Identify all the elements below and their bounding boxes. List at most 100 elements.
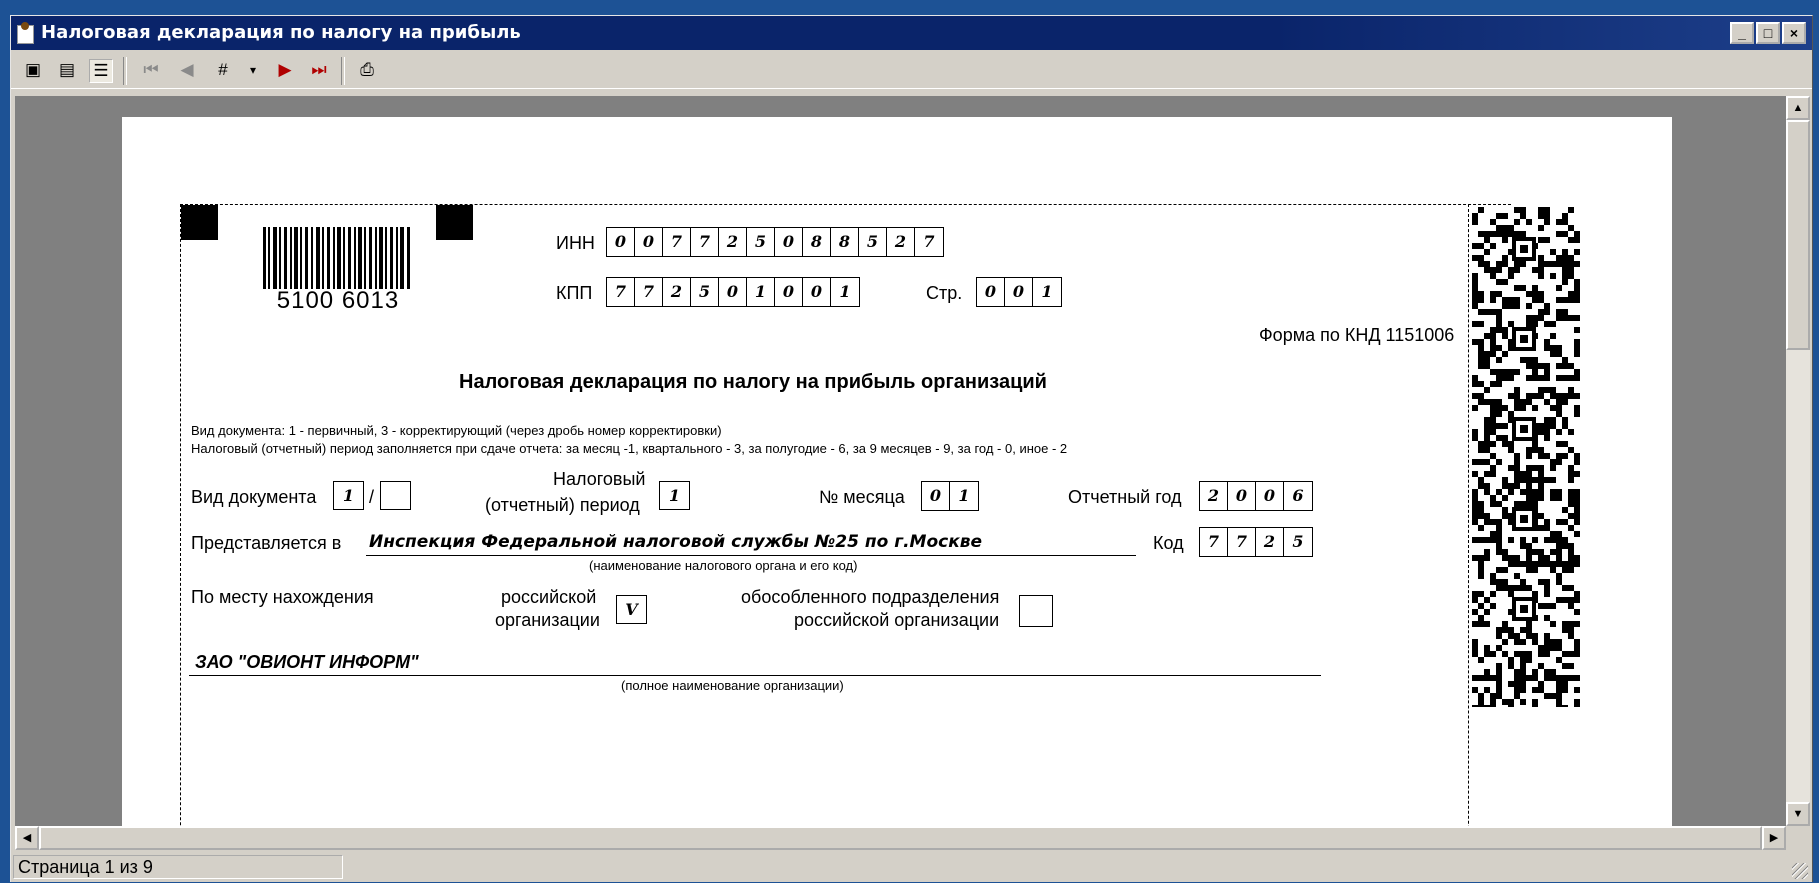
maximize-button[interactable]: □ <box>1756 22 1780 44</box>
authority-code-boxes: 7725 <box>1199 527 1313 557</box>
year-digit: 0 <box>1256 482 1284 510</box>
document-title: Налоговая декларация по налогу на прибыл… <box>459 371 1047 393</box>
inn-digit: 0 <box>775 228 803 256</box>
scroll-left-button[interactable]: ◀ <box>15 826 39 850</box>
authority-code-digit: 7 <box>1228 528 1256 556</box>
inn-digit: 5 <box>859 228 887 256</box>
inn-digit: 7 <box>663 228 691 256</box>
authority-code-digit: 5 <box>1292 532 1304 551</box>
2d-barcode <box>1472 207 1580 707</box>
inn-digit: 7 <box>923 232 935 251</box>
russian-org-label-2: организации <box>495 610 600 630</box>
kpp-digit: 5 <box>691 278 719 306</box>
period-box: 1 <box>659 481 690 510</box>
inn-digit: 5 <box>747 228 775 256</box>
marker-square <box>181 205 218 240</box>
inn-digit: 0 <box>635 228 663 256</box>
kpp-digit: 7 <box>607 278 635 306</box>
close-button[interactable]: × <box>1782 22 1806 44</box>
declaration-form: 5100 6013 ИНН 007725088527 КПП 772501001… <box>180 204 1511 826</box>
inn-boxes: 007725088527 <box>606 227 944 257</box>
app-icon[interactable] <box>17 22 34 44</box>
doc-type-slash: / <box>369 487 375 507</box>
authority-caption: (наименование налогового органа и его ко… <box>589 558 858 573</box>
inn-digit: 0 <box>607 228 635 256</box>
horizontal-scroll-thumb[interactable] <box>39 826 1762 850</box>
prev-page-icon[interactable]: ◀ <box>175 59 199 83</box>
first-page-icon[interactable]: ⏮ <box>139 59 163 83</box>
page-width-icon[interactable]: ▤ <box>55 59 79 83</box>
kpp-digit: 0 <box>775 278 803 306</box>
month-label: № месяца <box>819 487 905 507</box>
tax-authority-name: Инспекция Федеральной налоговой службы №… <box>369 532 983 552</box>
month-digit: 1 <box>958 486 970 505</box>
minimize-button[interactable]: _ <box>1730 22 1754 44</box>
branch-label-1: обособленного подразделения <box>741 587 1000 607</box>
horizontal-scrollbar[interactable]: ◀ ▶ <box>15 826 1786 850</box>
year-digit: 2 <box>1200 482 1228 510</box>
next-page-icon[interactable]: ▶ <box>273 59 297 83</box>
status-bar: Страница 1 из 9 <box>11 853 1812 883</box>
year-boxes: 2006 <box>1199 481 1313 511</box>
inn-digit: 8 <box>803 228 831 256</box>
doc-type-box: 1 <box>333 481 364 510</box>
page-digit: 0 <box>977 278 1005 306</box>
print-icon[interactable]: ⎙ <box>355 59 379 83</box>
russian-org-box: V <box>616 595 647 624</box>
year-label: Отчетный год <box>1068 487 1182 507</box>
dropdown-icon[interactable]: ▾ <box>241 59 265 83</box>
kpp-digit: 0 <box>719 278 747 306</box>
barcode <box>263 227 410 289</box>
doc-correction-box <box>380 481 411 510</box>
scroll-right-button[interactable]: ▶ <box>1762 826 1786 850</box>
kpp-digit: 1 <box>839 282 851 301</box>
month-boxes: 01 <box>921 481 979 511</box>
kpp-digit: 7 <box>635 278 663 306</box>
year-digit: 6 <box>1292 486 1304 505</box>
scroll-up-button[interactable]: ▲ <box>1786 96 1810 120</box>
window-title: Налоговая декларация по налогу на прибыл… <box>41 22 521 43</box>
whole-page-icon[interactable]: ☰ <box>89 59 113 83</box>
toolbar: ▣ ▤ ☰ ⏮ ◀ # ▾ ▶ ⏭ ⎙ <box>11 51 1812 89</box>
goto-page-icon[interactable]: # <box>211 59 235 83</box>
kpp-label: КПП <box>556 283 593 303</box>
authority-code-digit: 7 <box>1200 528 1228 556</box>
resize-grip-icon[interactable] <box>1792 863 1808 879</box>
year-digit: 0 <box>1228 482 1256 510</box>
document-viewport[interactable]: 5100 6013 ИНН 007725088527 КПП 772501001… <box>15 96 1786 826</box>
form-code: Форма по КНД 1151006 <box>1259 325 1455 345</box>
page-digit: 1 <box>1041 282 1053 301</box>
branch-label-2: российской организации <box>794 610 1000 630</box>
vertical-scroll-thumb[interactable] <box>1786 120 1810 350</box>
vertical-scrollbar[interactable]: ▲ ▼ <box>1786 96 1810 826</box>
period-label-2: (отчетный) период <box>485 495 640 515</box>
last-page-icon[interactable]: ⏭ <box>307 59 331 83</box>
inn-digit: 2 <box>887 228 915 256</box>
inn-digit: 8 <box>831 228 859 256</box>
page-view-icon[interactable]: ▣ <box>21 59 45 83</box>
scroll-down-button[interactable]: ▼ <box>1786 802 1810 826</box>
note-doc-type: Вид документа: 1 - первичный, 3 - коррек… <box>191 423 722 438</box>
report-preview-window: Налоговая декларация по налогу на прибыл… <box>10 15 1813 882</box>
page-label: Стр. <box>926 283 963 303</box>
title-bar[interactable]: Налоговая декларация по налогу на прибыл… <box>11 16 1812 50</box>
barcode-number: 5100 6013 <box>276 287 400 314</box>
note-period: Налоговый (отчетный) период заполняется … <box>191 441 1068 456</box>
page-digit: 0 <box>1005 278 1033 306</box>
kpp-boxes: 772501001 <box>606 277 860 307</box>
location-label: По месту нахождения <box>191 587 374 607</box>
page-status: Страница 1 из 9 <box>13 855 343 879</box>
organization-name: ЗАО "ОВИОНТ ИНФОРМ" <box>195 652 419 672</box>
submitted-label: Представляется в <box>191 533 342 553</box>
inn-digit: 2 <box>719 228 747 256</box>
kpp-digit: 0 <box>803 278 831 306</box>
marker-square <box>436 205 473 240</box>
organization-caption: (полное наименование организации) <box>621 678 844 693</box>
month-digit: 0 <box>922 482 950 510</box>
kpp-digit: 1 <box>747 278 775 306</box>
page-number-boxes: 001 <box>976 277 1062 307</box>
document-page: 5100 6013 ИНН 007725088527 КПП 772501001… <box>122 117 1672 826</box>
doc-type-label: Вид документа <box>191 487 317 507</box>
authority-code-digit: 2 <box>1256 528 1284 556</box>
inn-label: ИНН <box>556 233 595 253</box>
